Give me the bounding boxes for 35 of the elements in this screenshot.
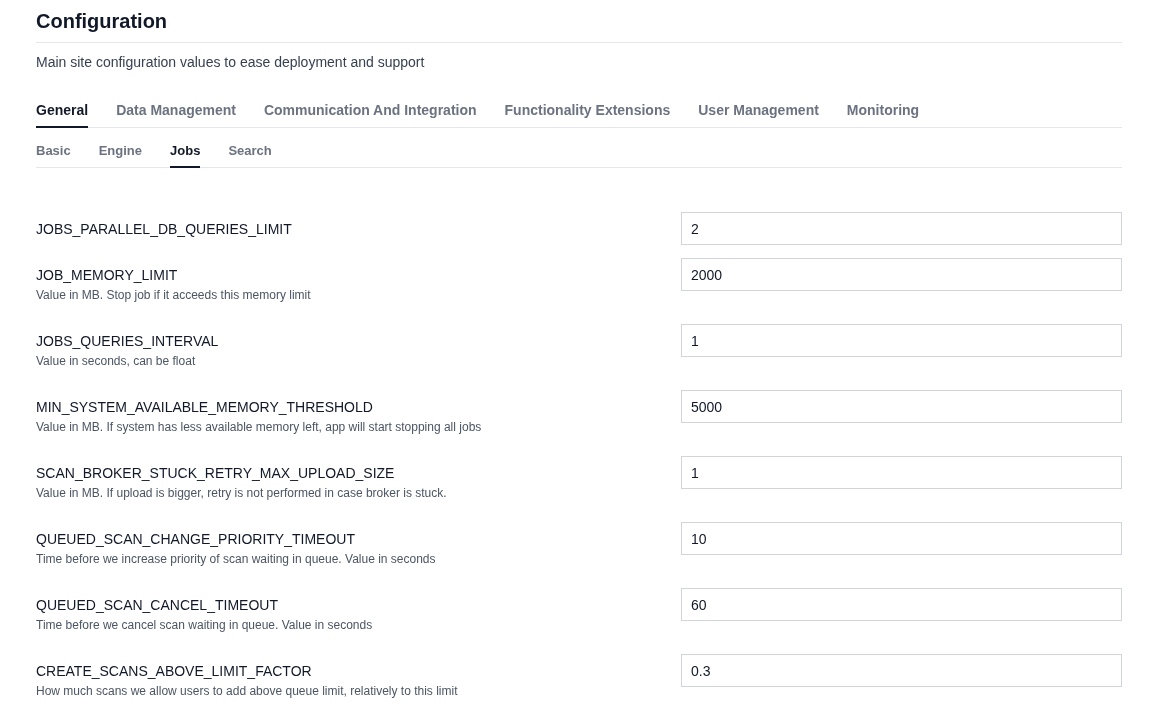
setting-name: JOB_MEMORY_LIMIT bbox=[36, 265, 179, 285]
setting-name: JOBS_QUERIES_INTERVAL bbox=[36, 331, 220, 351]
setting-input[interactable]: 1 bbox=[681, 324, 1122, 357]
setting-description: Time before we cancel scan waiting in queue. Value in seconds bbox=[36, 617, 374, 633]
subtab[interactable]: Basic bbox=[36, 142, 71, 168]
setting-name: SCAN_BROKER_STUCK_RETRY_MAX_UPLOAD_SIZE bbox=[36, 463, 396, 483]
setting-name: CREATE_SCANS_ABOVE_LIMIT_FACTOR bbox=[36, 661, 313, 681]
setting-input[interactable]: 1 bbox=[681, 456, 1122, 489]
tab[interactable]: General bbox=[36, 101, 89, 128]
setting-description: Time before we increase priority of scan waiting in queue. Value in seconds bbox=[36, 551, 437, 567]
subtab[interactable]: Search bbox=[228, 142, 272, 168]
setting-input[interactable]: 10 bbox=[681, 522, 1122, 555]
tab[interactable]: Functionality Extensions bbox=[504, 101, 671, 128]
setting-input[interactable]: 60 bbox=[681, 588, 1122, 621]
setting-description: Value in seconds, can be float bbox=[36, 353, 197, 369]
setting-input[interactable]: 5000 bbox=[681, 390, 1122, 423]
setting-name: QUEUED_SCAN_CHANGE_PRIORITY_TIMEOUT bbox=[36, 529, 356, 549]
setting-description: How much scans we allow users to add above queue limit, relatively to this limit bbox=[36, 683, 459, 699]
tab[interactable]: Data Management bbox=[116, 101, 236, 128]
setting-name: MIN_SYSTEM_AVAILABLE_MEMORY_THRESHOLD bbox=[36, 397, 374, 417]
setting-description: Value in MB. If upload is bigger, retry is not performed in case broker is stuck. bbox=[36, 485, 448, 501]
setting-name: QUEUED_SCAN_CANCEL_TIMEOUT bbox=[36, 595, 279, 615]
setting-description: Value in MB. If system has less available memory left, app will start stopping all jobs bbox=[36, 419, 483, 435]
page-subtitle: Main site configuration values to ease deployment and support bbox=[36, 53, 426, 71]
tab[interactable]: Communication And Integration bbox=[263, 101, 477, 128]
setting-description: Value in MB. Stop job if it acceeds this memory limit bbox=[36, 287, 312, 303]
tab[interactable]: Monitoring bbox=[846, 101, 920, 128]
subtab[interactable]: Jobs bbox=[170, 142, 201, 168]
setting-name: JOBS_PARALLEL_DB_QUERIES_LIMIT bbox=[36, 219, 293, 239]
tab[interactable]: User Management bbox=[698, 101, 819, 128]
subtab[interactable]: Engine bbox=[98, 142, 143, 168]
setting-input[interactable]: 0.3 bbox=[681, 654, 1122, 687]
setting-input[interactable]: 2 bbox=[681, 212, 1122, 245]
page-title: Configuration bbox=[36, 8, 1122, 43]
setting-input[interactable]: 2000 bbox=[681, 258, 1122, 291]
